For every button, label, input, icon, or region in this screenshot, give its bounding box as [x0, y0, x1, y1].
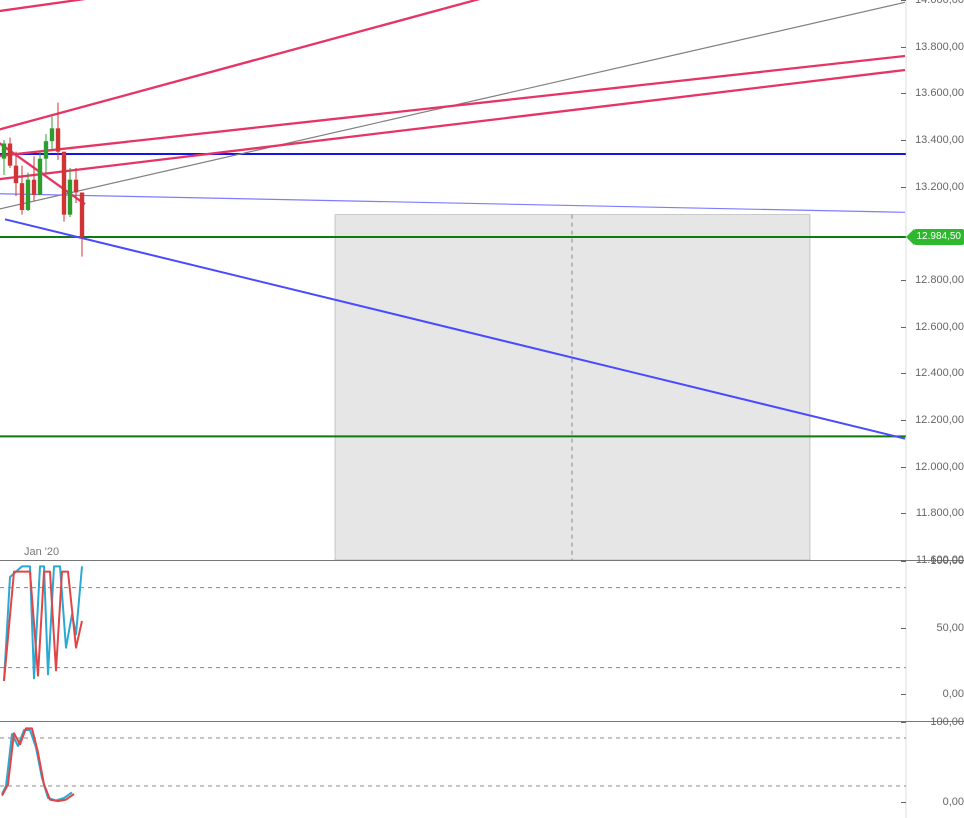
y-tick-label: 13.400,00: [906, 134, 964, 146]
trend-line[interactable]: [0, 0, 905, 131]
candle-body: [74, 180, 78, 193]
candle-body: [50, 128, 54, 141]
y-tick-label: 12.200,00: [906, 414, 964, 426]
y-tick-label: 50,00: [906, 622, 964, 634]
osc2-red: [2, 728, 74, 801]
candle-body: [14, 166, 18, 184]
oscillator-1-plot[interactable]: [0, 561, 964, 721]
candle-body: [8, 144, 12, 166]
candle-body: [56, 128, 60, 151]
trend-line[interactable]: [0, 56, 905, 156]
trend-line[interactable]: [0, 70, 905, 180]
y-tick-label: 12.800,00: [906, 274, 964, 286]
osc2-y-axis: 100,00 0,00: [906, 722, 964, 818]
candle-body: [44, 141, 48, 159]
y-tick-label: 13.800,00: [906, 41, 964, 53]
y-tick-label: 13.200,00: [906, 181, 964, 193]
current-price-tag: 12.984,50: [914, 229, 964, 245]
y-tick-label: 12.400,00: [906, 367, 964, 379]
y-tick-label: 13.600,00: [906, 87, 964, 99]
y-tick-label: 14.000,00: [906, 0, 964, 6]
candle-body: [2, 144, 6, 159]
y-tick-label: 12.600,00: [906, 321, 964, 333]
candle-body: [20, 183, 24, 210]
trend-line[interactable]: [0, 194, 905, 213]
oscillator-2-plot[interactable]: [0, 722, 964, 818]
price-panel[interactable]: 14.000,00 13.800,00 13.600,00 13.400,00 …: [0, 0, 964, 560]
y-tick-label: 100,00: [906, 716, 964, 728]
candle-body: [38, 159, 42, 195]
candle-body: [26, 180, 30, 210]
oscillator-panel-1[interactable]: 100,00 50,00 0,00: [0, 561, 964, 721]
chart-root: 14.000,00 13.800,00 13.600,00 13.400,00 …: [0, 0, 964, 818]
current-price-label: 12.984,50: [917, 231, 962, 242]
candle-body: [62, 152, 66, 215]
y-tick-label: 0,00: [906, 688, 964, 700]
candle-body: [68, 180, 72, 215]
y-tick-label: 100,00: [906, 555, 964, 567]
price-plot[interactable]: [0, 0, 964, 560]
y-tick-label: 12.000,00: [906, 461, 964, 473]
oscillator-panel-2[interactable]: 100,00 0,00: [0, 722, 964, 818]
y-tick-label: 0,00: [906, 796, 964, 808]
price-y-axis: 14.000,00 13.800,00 13.600,00 13.400,00 …: [906, 0, 964, 560]
candle-body: [80, 193, 84, 237]
candle-body: [32, 180, 36, 195]
osc1-y-axis: 100,00 50,00 0,00: [906, 561, 964, 721]
y-tick-label: 11.800,00: [906, 507, 964, 519]
x-tick-label: Jan '20: [24, 546, 59, 558]
